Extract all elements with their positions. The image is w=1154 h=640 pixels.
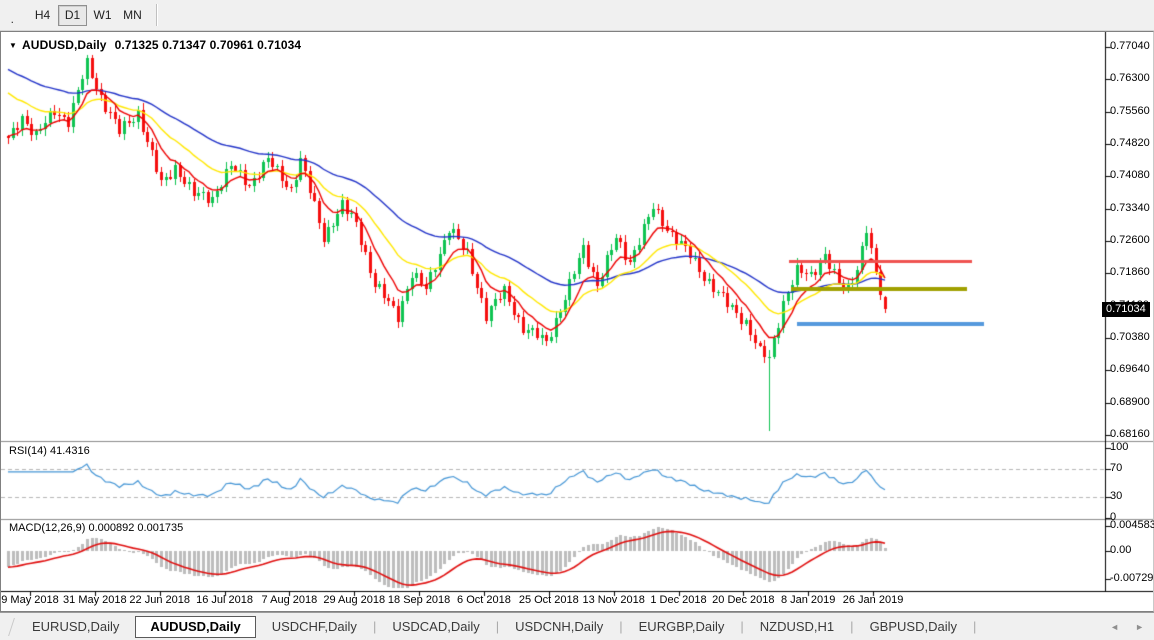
date-label: 18 Sep 2018 xyxy=(388,594,450,606)
timeframe-button-w1[interactable]: W1 xyxy=(88,5,117,26)
date-label: 25 Oct 2018 xyxy=(519,594,579,606)
date-label: 7 Aug 2018 xyxy=(262,594,318,606)
rsi-tick-label: 70 xyxy=(1110,462,1122,474)
price-tick-label: 0.73340 xyxy=(1110,202,1150,214)
date-label: 31 May 2018 xyxy=(63,594,127,606)
date-label: 13 Nov 2018 xyxy=(582,594,644,606)
tab-separator: | xyxy=(973,619,976,634)
price-tick-label: 0.68160 xyxy=(1110,428,1150,440)
date-label: 22 Jun 2018 xyxy=(129,594,190,606)
date-label: 26 Jan 2019 xyxy=(843,594,904,606)
date-label: 1 Dec 2018 xyxy=(650,594,706,606)
price-tick-label: 0.74080 xyxy=(1110,169,1150,181)
rsi-indicator-label: RSI(14) 41.4316 xyxy=(9,445,90,457)
tab-usdcnh-daily[interactable]: USDCNH,Daily xyxy=(499,616,619,638)
timeframe-button-mn[interactable]: MN xyxy=(118,5,147,26)
terminal-window: . H4D1W1MN ▼ AUDUSD,Daily 0.71325 0.71347 … xyxy=(0,0,1154,640)
date-label: 8 Jan 2019 xyxy=(781,594,835,606)
tab-audusd-daily[interactable]: AUDUSD,Daily xyxy=(135,616,255,638)
tabs-scroll-right-icon[interactable]: ► xyxy=(1135,622,1144,632)
chart-symbol-label: AUDUSD,Daily xyxy=(22,38,107,52)
chart-window: ▼ AUDUSD,Daily 0.71325 0.71347 0.70961 0.7… xyxy=(0,31,1154,612)
chart-tabs: EURUSD,DailyAUDUSD,DailyUSDCHF,Daily | USD… xyxy=(16,616,976,638)
timeframe-button-d1[interactable]: D1 xyxy=(58,5,87,26)
date-label: 16 Jul 2018 xyxy=(196,594,253,606)
rsi-tick-label: 30 xyxy=(1110,490,1122,502)
price-tick-label: 0.68900 xyxy=(1110,396,1150,408)
date-label: 9 May 2018 xyxy=(1,594,58,606)
chart-ohlc-values: 0.71325 0.71347 0.70961 0.71034 xyxy=(115,38,302,52)
tabbar-nav: ◄ ► xyxy=(1110,613,1144,640)
macd-tick-label: 0.004583 xyxy=(1110,519,1154,531)
macd-tick-label: -0.00729 xyxy=(1110,572,1153,584)
tab-eurgbp-daily[interactable]: EURGBP,Daily xyxy=(623,616,741,638)
chart-title: ▼ AUDUSD,Daily 0.71325 0.71347 0.70961 0.7… xyxy=(9,38,301,52)
date-label: 20 Dec 2018 xyxy=(712,594,774,606)
macd-indicator-label: MACD(12,26,9) 0.000892 0.001735 xyxy=(9,522,183,534)
price-tick-label: 0.75560 xyxy=(1110,105,1150,117)
chart-tabbar: EURUSD,DailyAUDUSD,DailyUSDCHF,Daily | USD… xyxy=(0,612,1154,640)
date-label: 6 Oct 2018 xyxy=(457,594,511,606)
price-tick-label: 0.74820 xyxy=(1110,137,1150,149)
timeframe-buttons: H4D1W1MN xyxy=(14,5,147,26)
tab-usdchf-daily[interactable]: USDCHF,Daily xyxy=(256,616,373,638)
price-tick-label: 0.77040 xyxy=(1110,40,1150,52)
price-tick-label: 0.72600 xyxy=(1110,234,1150,246)
price-tick-label: 0.71860 xyxy=(1110,266,1150,278)
tabbar-lead-edge xyxy=(0,618,15,636)
toolbar-separator xyxy=(156,4,158,26)
tab-eurusd-daily[interactable]: EURUSD,Daily xyxy=(16,616,135,638)
current-price-badge: 0.71034 xyxy=(1102,302,1150,317)
price-tick-label: 0.76300 xyxy=(1110,72,1150,84)
collapse-arrow-icon[interactable]: ▼ xyxy=(9,41,17,50)
date-label: 29 Aug 2018 xyxy=(323,594,385,606)
tab-nzdusd-h1[interactable]: NZDUSD,H1 xyxy=(744,616,850,638)
rsi-tick-label: 100 xyxy=(1110,441,1128,453)
price-tick-label: 0.70380 xyxy=(1110,331,1150,343)
price-tick-label: 0.69640 xyxy=(1110,363,1150,375)
macd-tick-label: 0.00 xyxy=(1110,544,1131,556)
tab-usdcad-daily[interactable]: USDCAD,Daily xyxy=(376,616,495,638)
tab-gbpusd-daily[interactable]: GBPUSD,Daily xyxy=(854,616,973,638)
tabs-scroll-left-icon[interactable]: ◄ xyxy=(1110,622,1119,632)
timeframe-toolbar: . H4D1W1MN xyxy=(0,0,1154,31)
toolbar-partial-button[interactable]: . xyxy=(0,5,14,26)
timeframe-button-h4[interactable]: H4 xyxy=(28,5,57,26)
